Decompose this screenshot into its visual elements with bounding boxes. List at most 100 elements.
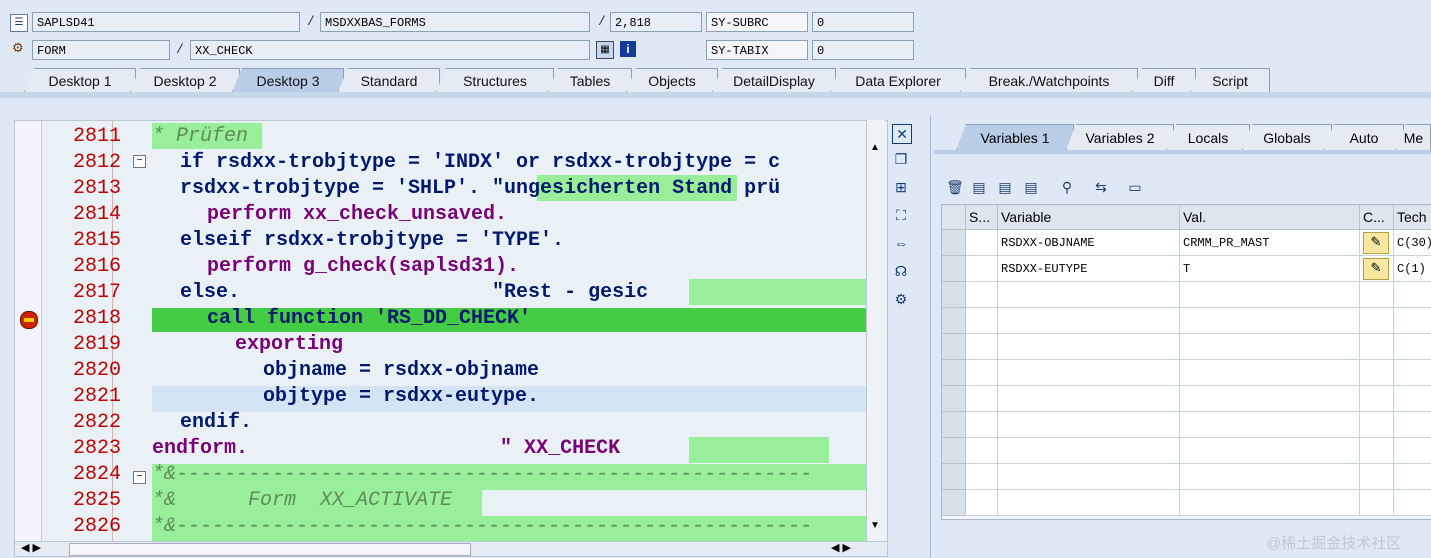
empty-cell[interactable] <box>1394 334 1431 360</box>
tab-tables[interactable]: Tables <box>548 68 632 92</box>
new-window-icon[interactable]: ❐ <box>892 150 910 168</box>
tab-desktop-3[interactable]: Desktop 3 <box>232 68 344 92</box>
empty-cell[interactable] <box>1394 438 1431 464</box>
pencil-icon[interactable]: ✎ <box>1363 258 1389 280</box>
switch-tool-icon[interactable]: ⊞ <box>892 178 910 196</box>
empty-cell[interactable] <box>998 334 1180 360</box>
tab-variables-2[interactable]: Variables 2 <box>1066 124 1174 150</box>
empty-cell[interactable] <box>966 438 998 464</box>
tab-auto[interactable]: Auto <box>1324 124 1404 150</box>
empty-cell[interactable] <box>998 490 1180 516</box>
column-header-change[interactable]: C... <box>1360 205 1394 230</box>
value-cell[interactable]: CRMM_PR_MAST <box>1180 230 1360 256</box>
tab-detaildisplay[interactable]: DetailDisplay <box>712 68 836 92</box>
line-field[interactable]: 2,818 <box>610 12 702 32</box>
row-selector[interactable] <box>942 334 966 360</box>
empty-cell[interactable] <box>1360 360 1394 386</box>
empty-cell[interactable] <box>1180 282 1360 308</box>
column-header-s[interactable]: S... <box>966 205 998 230</box>
row-selector[interactable] <box>942 360 966 386</box>
empty-cell[interactable] <box>1180 386 1360 412</box>
empty-cell[interactable] <box>966 308 998 334</box>
empty-cell[interactable] <box>1394 282 1431 308</box>
empty-cell[interactable] <box>1360 334 1394 360</box>
tab-breakpoints[interactable]: Break./Watchpoints <box>960 68 1138 92</box>
empty-cell[interactable] <box>1180 438 1360 464</box>
tool-settings-icon[interactable]: ⚙ <box>892 290 910 308</box>
scroll-up-icon[interactable]: ▲ <box>870 142 880 153</box>
empty-cell[interactable] <box>1394 464 1431 490</box>
folder-icon[interactable]: ▭ <box>1126 178 1144 196</box>
close-icon[interactable]: ✕ <box>892 124 912 144</box>
empty-cell[interactable] <box>1180 464 1360 490</box>
list-icon[interactable]: ▤ <box>970 178 988 196</box>
delete-icon[interactable]: 🗑 <box>946 178 964 196</box>
empty-cell[interactable] <box>998 360 1180 386</box>
value-cell[interactable]: T <box>1180 256 1360 282</box>
row-selector[interactable] <box>942 282 966 308</box>
maximize-icon[interactable]: ⛶ <box>892 206 910 224</box>
empty-cell[interactable] <box>998 308 1180 334</box>
row-selector[interactable] <box>942 308 966 334</box>
row-selector[interactable] <box>942 386 966 412</box>
empty-cell[interactable] <box>966 464 998 490</box>
variable-cell[interactable]: RSDXX-EUTYPE <box>998 256 1180 282</box>
row-selector[interactable] <box>942 230 966 256</box>
empty-cell[interactable] <box>998 412 1180 438</box>
empty-cell[interactable] <box>1360 490 1394 516</box>
empty-cell[interactable] <box>1180 360 1360 386</box>
list-remove-icon[interactable]: ▤ <box>1022 178 1040 196</box>
empty-cell[interactable] <box>998 438 1180 464</box>
tab-desktop-2[interactable]: Desktop 2 <box>130 68 240 92</box>
tab-objects[interactable]: Objects <box>626 68 718 92</box>
empty-cell[interactable] <box>966 360 998 386</box>
fold-toggle-icon[interactable]: − <box>133 471 146 484</box>
column-header-variable[interactable]: Variable <box>998 205 1180 230</box>
pencil-icon[interactable]: ✎ <box>1363 232 1389 254</box>
tab-locals[interactable]: Locals <box>1166 124 1250 150</box>
change-cell[interactable]: ✎ <box>1360 230 1394 256</box>
empty-cell[interactable] <box>1360 308 1394 334</box>
scroll-right-icon[interactable]: ◀ ▶ <box>831 541 851 554</box>
tab-diff[interactable]: Diff <box>1132 68 1196 92</box>
event-name-field[interactable]: XX_CHECK <box>190 40 590 60</box>
scroll-thumb[interactable] <box>69 543 471 556</box>
empty-cell[interactable] <box>1360 464 1394 490</box>
list-add-icon[interactable]: ▤ <box>996 178 1014 196</box>
empty-cell[interactable] <box>966 386 998 412</box>
empty-cell[interactable] <box>1180 490 1360 516</box>
breakpoint-icon[interactable] <box>20 311 38 329</box>
tab-desktop-1[interactable]: Desktop 1 <box>24 68 136 92</box>
empty-cell[interactable] <box>1360 438 1394 464</box>
empty-cell[interactable] <box>966 412 998 438</box>
empty-cell[interactable] <box>1394 490 1431 516</box>
display-icon[interactable]: ▦ <box>596 41 614 59</box>
transfer-icon[interactable]: ⇆ <box>1092 178 1110 196</box>
column-header-tech[interactable]: Tech <box>1394 205 1431 230</box>
source-editor[interactable]: − − 2811 2812 2813 2814 2815 2816 2817 2… <box>14 120 888 550</box>
empty-cell[interactable] <box>966 334 998 360</box>
tab-data-explorer[interactable]: Data Explorer <box>830 68 966 92</box>
scroll-left-icon[interactable]: ◀ ▶ <box>21 541 41 554</box>
empty-cell[interactable] <box>1360 412 1394 438</box>
empty-cell[interactable] <box>998 386 1180 412</box>
empty-cell[interactable] <box>966 490 998 516</box>
table-hscrollbar[interactable]: ◀ ▶ <box>998 518 1431 519</box>
scroll-down-icon[interactable]: ▼ <box>870 520 880 531</box>
row-selector[interactable] <box>942 438 966 464</box>
empty-cell[interactable] <box>1394 360 1431 386</box>
empty-cell[interactable] <box>1180 308 1360 334</box>
empty-cell[interactable] <box>1180 412 1360 438</box>
empty-cell[interactable] <box>1394 386 1431 412</box>
hierarchy-icon[interactable]: ⚲ <box>1058 178 1076 196</box>
empty-cell[interactable] <box>1394 412 1431 438</box>
include-field[interactable]: MSDXXBAS_FORMS <box>320 12 590 32</box>
empty-cell[interactable] <box>998 282 1180 308</box>
breakpoint-gutter[interactable] <box>15 121 42 549</box>
empty-cell[interactable] <box>966 282 998 308</box>
empty-cell[interactable] <box>1360 386 1394 412</box>
row-selector[interactable] <box>942 490 966 516</box>
variable-cell[interactable]: RSDXX-OBJNAME <box>998 230 1180 256</box>
empty-cell[interactable] <box>1394 308 1431 334</box>
row-selector[interactable] <box>942 464 966 490</box>
